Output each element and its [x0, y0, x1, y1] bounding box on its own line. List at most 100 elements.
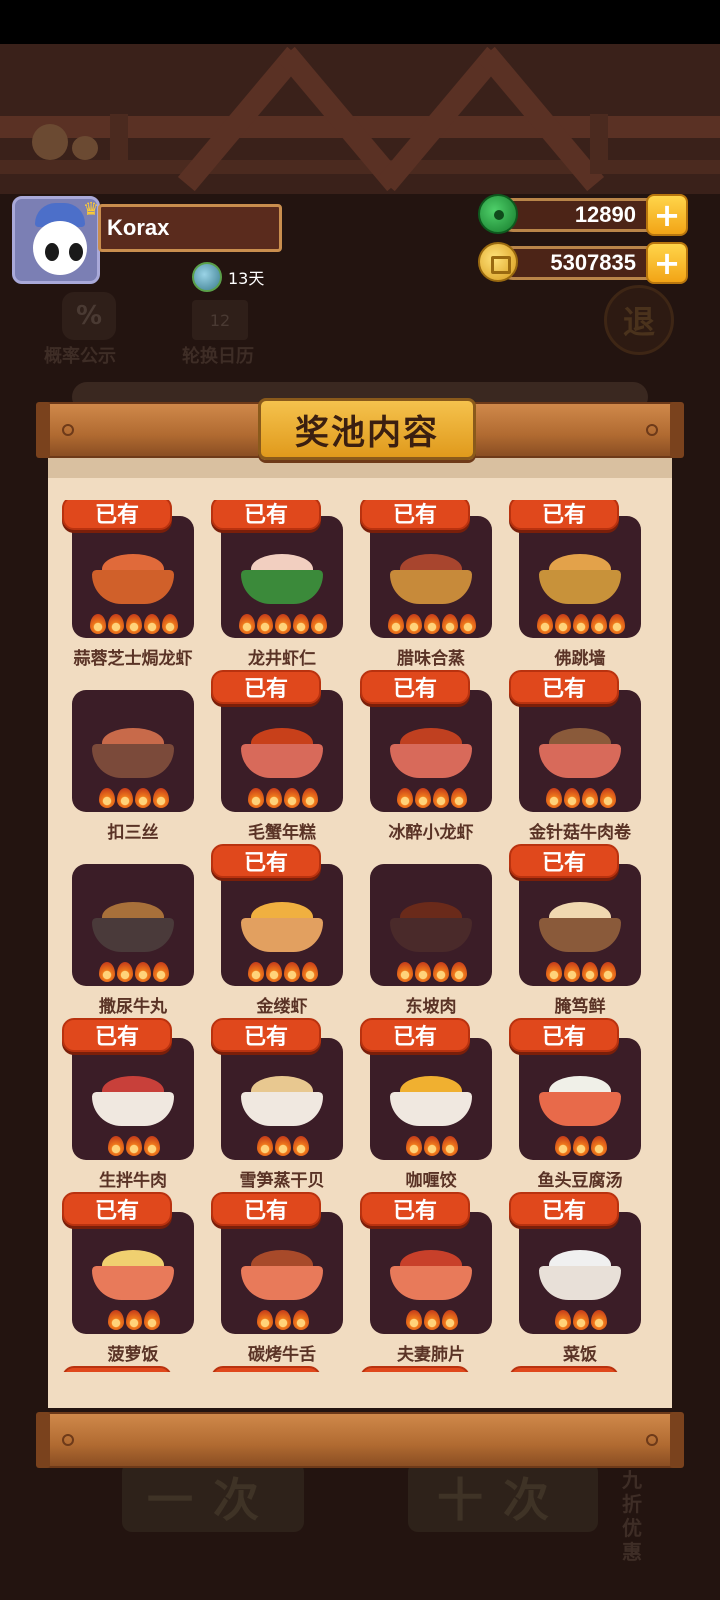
dish-card[interactable]: 已有 碳烤牛舌 — [211, 1192, 343, 1368]
avatar[interactable]: ♛ — [12, 196, 100, 284]
flame-icon — [284, 788, 300, 808]
dish-card[interactable]: 已有 腊味合蒸 — [360, 500, 492, 672]
roof-post — [590, 114, 608, 174]
coin-currency: 5307835 + — [478, 242, 688, 284]
dish-card[interactable]: 已有 冰醉小龙虾 — [360, 670, 492, 846]
flame-icon — [406, 1310, 422, 1330]
flame-rating — [86, 1136, 182, 1156]
dish-card[interactable]: 已有 雪笋蒸干贝 — [211, 1018, 343, 1194]
dish-icon — [539, 554, 621, 604]
dish-name: 菠萝饭 — [107, 1345, 159, 1365]
flame-rating — [533, 614, 629, 634]
flame-icon — [424, 614, 440, 634]
dish-card[interactable]: 已有 蒜蓉芝士焗龙虾 — [62, 500, 194, 672]
bowl-shape — [241, 1092, 323, 1126]
flame-icon — [573, 1136, 589, 1156]
flame-icon — [257, 1310, 273, 1330]
flame-icon — [451, 788, 467, 808]
flame-icon — [591, 1310, 607, 1330]
flame-icon — [582, 788, 598, 808]
flame-icon — [135, 788, 151, 808]
owned-label: 已有 — [244, 1367, 288, 1372]
flame-icon — [302, 788, 318, 808]
dish-name: 鱼头豆腐汤 — [537, 1171, 623, 1191]
flame-rating — [235, 1310, 331, 1330]
flame-icon — [108, 1136, 124, 1156]
owned-label: 已有 — [393, 1367, 437, 1372]
rod-end — [670, 1412, 684, 1468]
flame-icon — [564, 788, 580, 808]
flame-rating — [533, 1310, 629, 1330]
days-value: 13天 — [228, 269, 265, 288]
owned-label: 已有 — [392, 1199, 437, 1224]
bowl-shape — [539, 918, 621, 952]
flame-icon — [126, 1136, 142, 1156]
dish-card[interactable]: 已有鱼头豆腐汤 — [509, 1018, 641, 1194]
flame-icon — [415, 962, 431, 982]
flame-rating — [384, 962, 480, 982]
dish-name: 生拌牛肉 — [99, 1171, 167, 1191]
dish-card[interactable]: 已有 菜饭 — [509, 1192, 641, 1368]
dish-card[interactable]: 已有 佛跳墙 — [509, 500, 641, 672]
draw-ten-button: 十次 — [408, 1462, 598, 1532]
dish-name: 佛跳墙 — [554, 649, 606, 669]
flame-rating — [384, 614, 480, 634]
owned-label: 已有 — [392, 677, 437, 702]
dish-card[interactable]: 已有 龙井虾仁 — [211, 500, 343, 672]
flame-icon — [564, 962, 580, 982]
owned-label: 已有 — [94, 1025, 139, 1050]
dish-card[interactable]: 已有 夫妻肺片 — [360, 1192, 492, 1368]
flame-icon — [582, 962, 598, 982]
flame-rating — [533, 1136, 629, 1156]
dish-card[interactable]: 已有 腌笃鲜 — [509, 844, 641, 1020]
dish-card[interactable]: 扣三丝 — [72, 682, 194, 846]
dish-name: 腊味合蒸 — [397, 649, 465, 669]
dish-card[interactable]: 已有 咖喱饺 — [360, 1018, 492, 1194]
flame-icon — [546, 962, 562, 982]
owned-label: 已有 — [95, 1367, 139, 1372]
bowl-shape — [241, 1266, 323, 1300]
draw-one-button: 一次 — [122, 1462, 304, 1532]
dish-card[interactable]: 已有 金针菇牛肉卷 — [509, 670, 641, 846]
flame-icon — [442, 1136, 458, 1156]
rod-nail — [62, 424, 74, 436]
flame-icon — [546, 788, 562, 808]
owned-badge: 已有 — [211, 1192, 321, 1226]
bowl-shape — [539, 1266, 621, 1300]
owned-badge: 已有 — [360, 1366, 470, 1372]
bowl-shape — [390, 1266, 472, 1300]
dish-icon — [539, 1250, 621, 1300]
owned-badge: 已有 — [211, 500, 321, 530]
dish-card[interactable]: 撒尿牛丸 — [72, 856, 194, 1020]
owned-label: 已有 — [541, 1025, 586, 1050]
add-jade-button[interactable]: + — [646, 194, 688, 236]
dish-card[interactable]: 东坡肉 — [370, 856, 492, 1020]
bowl-shape — [539, 744, 621, 778]
bowl-shape — [539, 570, 621, 604]
dish-icon — [241, 902, 323, 952]
dish-name: 咖喱饺 — [405, 1171, 457, 1191]
dish-card[interactable]: 已有 菠萝饭 — [62, 1192, 194, 1368]
dish-name: 撒尿牛丸 — [99, 997, 167, 1017]
chick-decoration — [72, 136, 98, 160]
flame-rating — [384, 1136, 480, 1156]
dish-card[interactable]: 已有 毛蟹年糕 — [211, 670, 343, 846]
dish-icon — [92, 554, 174, 604]
dish-card[interactable]: 已有生拌牛肉 — [62, 1018, 194, 1194]
dish-icon — [390, 554, 472, 604]
flame-icon — [600, 788, 616, 808]
bowl-shape — [92, 570, 174, 604]
dish-name: 蒜蓉芝士焗龙虾 — [73, 649, 193, 669]
add-coins-button[interactable]: + — [646, 242, 688, 284]
flame-icon — [573, 614, 589, 634]
owned-badge: 已有 — [62, 1366, 172, 1372]
player-name-plate: Korax — [98, 204, 282, 252]
flame-icon — [108, 1310, 124, 1330]
flame-icon — [406, 614, 422, 634]
flame-icon — [275, 1136, 291, 1156]
flame-rating — [86, 1310, 182, 1330]
dish-grid[interactable]: 已有 蒜蓉芝士焗龙虾 已有 龙井虾仁 已有 腊味合蒸 已有 佛跳墙 扣三丝 已有 毛蟹年糕 已有 冰醉小… — [48, 500, 672, 1372]
dish-card[interactable]: 已有 金缕虾 — [211, 844, 343, 1020]
jade-icon — [478, 194, 518, 234]
owned-badge: 已有 — [211, 670, 321, 704]
